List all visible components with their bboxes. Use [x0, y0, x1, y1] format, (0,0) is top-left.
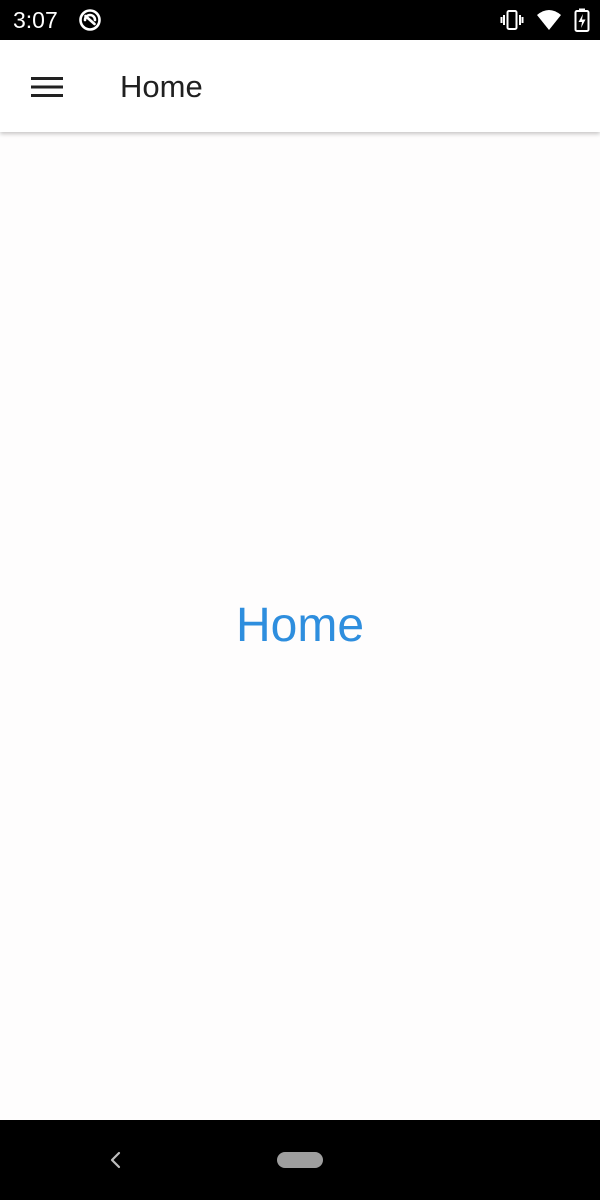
status-time: 3:07: [13, 7, 58, 33]
back-icon[interactable]: [104, 1148, 128, 1172]
app-bar: Home: [0, 40, 600, 132]
home-center-text: Home: [235, 599, 365, 652]
wifi-icon: [537, 10, 561, 30]
menu-button[interactable]: [22, 62, 72, 112]
vibrate-icon: [500, 10, 524, 30]
status-bar: 3:07: [0, 0, 600, 40]
status-icons: [500, 8, 590, 32]
main-content: Home: [0, 132, 600, 1120]
hamburger-menu-icon: [31, 77, 63, 97]
at-sign-icon: [79, 9, 101, 31]
battery-charging-icon: [574, 8, 590, 32]
android-screen: 3:07 Home Home: [0, 0, 600, 1200]
app-bar-title: Home: [120, 69, 203, 104]
home-pill-icon[interactable]: [277, 1152, 323, 1168]
navigation-bar: [0, 1120, 600, 1200]
